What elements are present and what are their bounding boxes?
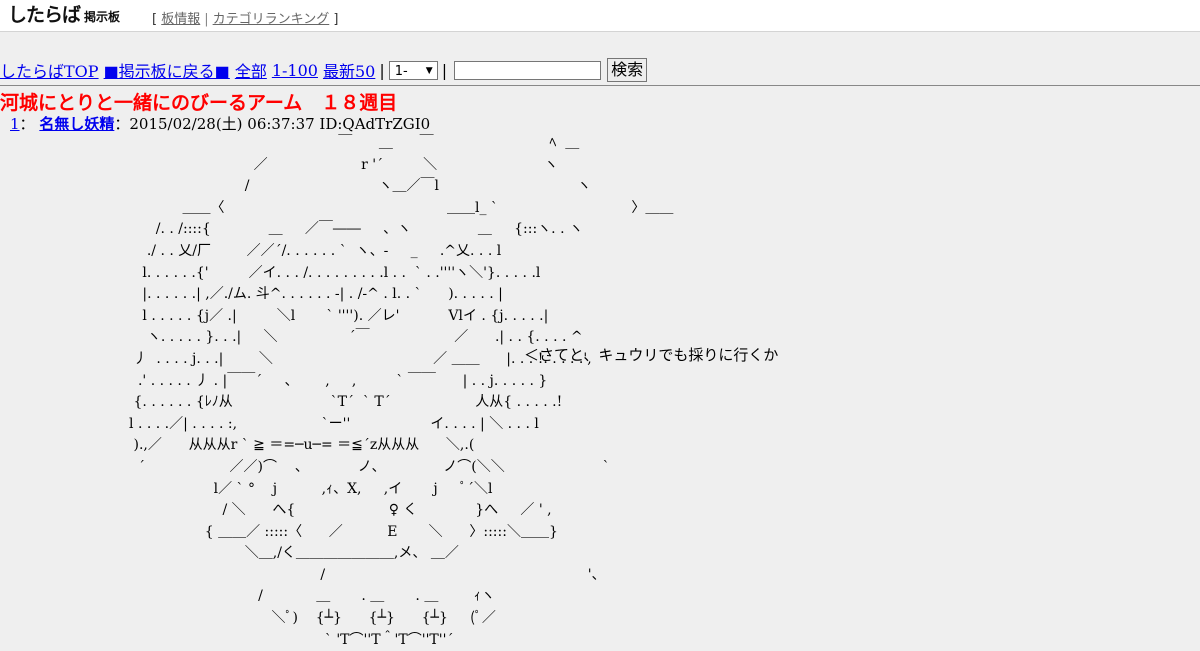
post-header: 1： 名無し妖精：2015/02/28(土) 06:37:37 ID:QAdTr… [10, 113, 430, 134]
nav-separator: | [441, 60, 448, 80]
site-header: したらば 掲示板 [ 板情報 | カテゴリランキング ] [0, 0, 1200, 32]
nav-divider [0, 85, 1200, 86]
aa-line: / ヽ＿／￣l ヽ [0, 178, 591, 195]
aa-line: / '、 [0, 566, 606, 583]
aa-line: ).,／ 从从从r ` ≧ ＝=─u─= ＝≦´z从从从 ＼,.( [0, 437, 475, 454]
aa-line: ＿＿〈 ＿＿l_ ` 〉＿＿ [0, 199, 674, 216]
logo-main-text: したらば [8, 4, 81, 26]
aa-line: ＼ﾟ) {┴} {┴} {┴} (ﾟ／ [0, 610, 496, 627]
poster-name[interactable]: 名無し妖精 [39, 115, 114, 133]
aa-line: l . . . . . {j／ .| ＼l ` ''''). ／レ' Vlイ .… [0, 307, 549, 324]
thread-title: 河城にとりと一緒にのびーるアーム １８週目 [0, 92, 398, 114]
aa-line: |. . . . . .| ,／./ム. 斗^. . . . . . -| . … [0, 286, 503, 303]
shitaraba-top-link[interactable]: したらばTOP [0, 58, 99, 82]
aa-line: ` 'T⌒''T＾'T⌒''T''´ [0, 631, 454, 648]
aa-line: / ＿ . ＿ . ＿ ｨヽ [0, 588, 495, 605]
dropdown-arrow-icon: ▼ [425, 65, 433, 76]
post-number-colon: ： [19, 115, 35, 133]
logo-sub-text: 掲示板 [84, 10, 121, 24]
range-1-100-link[interactable]: 1-100 [272, 61, 318, 80]
aa-line: ＼＿,/く＿＿＿＿＿＿＿,メ、 ＿／ [0, 545, 459, 562]
speech-text: ＜さてと、キュウリでも採りに行くか [524, 346, 779, 364]
aa-line: / ＼ へ{ ♀ く }へ ／ ' , [0, 502, 552, 519]
search-button[interactable]: 検索 [607, 58, 648, 82]
category-ranking-link[interactable]: カテゴリランキング [213, 12, 330, 27]
aa-line: {. . . . . . {ﾚﾉ从 `T´ ` T´ 人从{ . . . . .… [0, 394, 563, 411]
bracket-open: [ [152, 12, 158, 27]
aa-line: { ＿＿／ :::::〈 ／ E ＼ 〉:::::＼＿＿} [0, 523, 558, 540]
link-separator: | [204, 12, 209, 27]
aa-line: ./ . . 乂/厂 ／／´/. . . . . . ` ヽ、- _ .^乂. … [0, 242, 502, 259]
aa-line: l. . . . . .{' ／イ. . . /. . . . . . . . … [0, 264, 541, 281]
search-input[interactable] [454, 60, 602, 80]
ascii-art-body: ￣ ＿ ￣ ﾍ ＿ ／ r '´ ＼ ヽ / ヽ＿／￣l ヽ ＿＿〈 ＿＿l_ … [0, 133, 673, 651]
aa-line: l／ ` ° j ,ｨ、X, ,イ j ﾟ´＼l [0, 480, 493, 497]
post-number-link[interactable]: 1 [10, 115, 20, 133]
show-all-link[interactable]: 全部 [235, 58, 267, 82]
bracket-close: ] [333, 12, 339, 27]
range-select[interactable]: 1- ▼ [388, 60, 438, 80]
aa-line: /. . /::::{ ＿ ／￣―― 、ヽ ＿ {:::ヽ. . ヽ [0, 221, 583, 238]
header-links: [ 板情報 | カテゴリランキング ] [152, 8, 338, 27]
latest-50-link[interactable]: 最新50 [323, 58, 375, 82]
aa-line: ´ ／／)⌒ 、 ノ、 ノ⌒(＼＼ ` [0, 458, 610, 475]
back-to-board-link[interactable]: ■掲示板に戻る■ [104, 58, 230, 82]
thread-nav: したらばTOP ■掲示板に戻る■ 全部 1-100 最新50 | 1- ▼ | … [0, 57, 1200, 83]
nav-separator: | [379, 60, 385, 80]
shitaraba-logo[interactable]: したらば 掲示板 [8, 5, 120, 25]
aa-line: .' . . . . . 丿 . |￣￣´ 、 , , ` ￣￣ | . . j… [0, 372, 548, 389]
board-info-link[interactable]: 板情報 [161, 12, 200, 27]
post-meta: ：2015/02/28(土) 06:37:37 ID:QAdTrZGI0 [114, 115, 431, 133]
aa-line: ￣ ＿ ￣ ﾍ ＿ [0, 135, 580, 151]
aa-line: l . . . .／| . . . . :, `ー'' イ. . . . | ＼… [0, 415, 539, 432]
range-select-value: 1- [394, 63, 408, 79]
aa-line: ／ r '´ ＼ ヽ [0, 156, 558, 173]
